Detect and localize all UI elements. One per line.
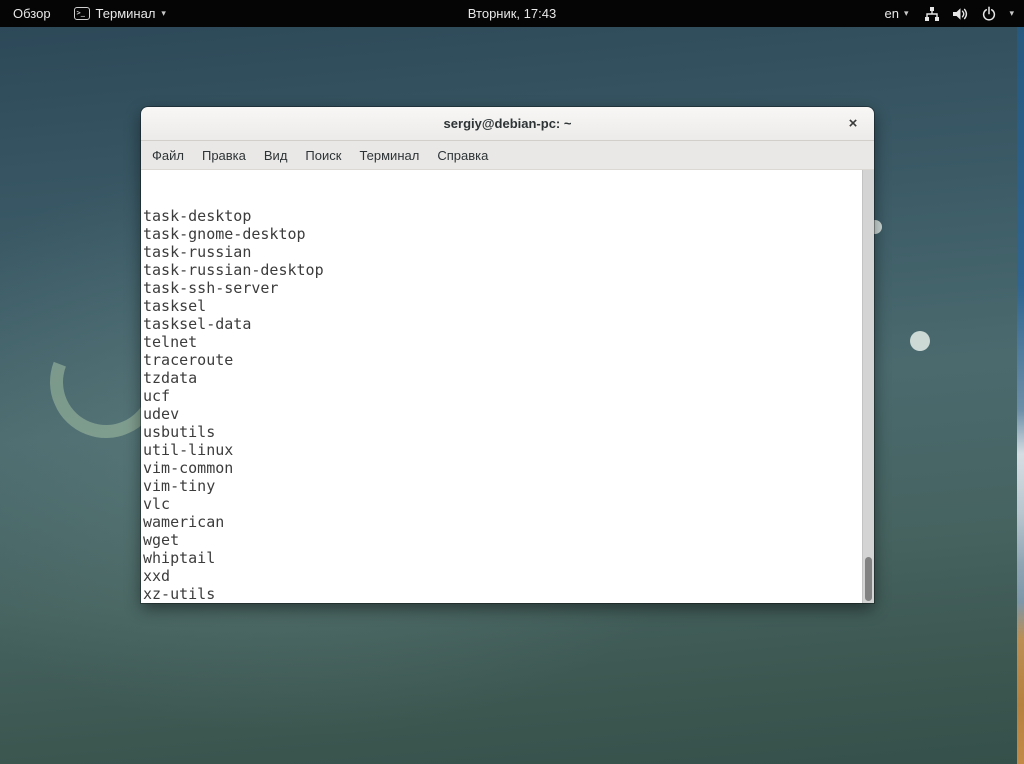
system-menu-button[interactable]: ▾ [924,6,1014,22]
terminal-line: task-russian [143,243,862,261]
menu-file[interactable]: Файл [143,141,193,169]
scrollbar[interactable] [862,170,874,603]
terminal-line: task-gnome-desktop [143,225,862,243]
menu-terminal[interactable]: Терминал [350,141,428,169]
menu-help[interactable]: Справка [428,141,497,169]
wallpaper-dot [910,331,930,351]
terminal-line: whiptail [143,549,862,567]
terminal-line: util-linux [143,441,862,459]
close-button[interactable]: × [843,114,863,134]
terminal-line: wamerican [143,513,862,531]
clock-button[interactable]: Вторник, 17:43 [468,0,556,27]
terminal-line: telnet [143,333,862,351]
terminal-window: sergiy@debian-pc: ~ × Файл Правка Вид По… [141,107,874,603]
terminal-line: usbutils [143,423,862,441]
terminal-line: task-ssh-server [143,279,862,297]
window-title: sergiy@debian-pc: ~ [444,116,572,131]
activities-button[interactable]: Обзор [0,0,64,27]
window-titlebar[interactable]: sergiy@debian-pc: ~ × [141,107,874,141]
terminal-lines: task-desktoptask-gnome-desktoptask-russi… [143,207,862,603]
scrollbar-thumb[interactable] [865,557,872,601]
terminal-line: traceroute [143,351,862,369]
app-menu-label: Терминал [96,6,156,21]
terminal-line: wget [143,531,862,549]
menu-bar: Файл Правка Вид Поиск Терминал Справка [141,141,874,170]
terminal-line: tasksel [143,297,862,315]
menu-edit[interactable]: Правка [193,141,255,169]
terminal-line: tzdata [143,369,862,387]
app-menu-button[interactable]: >_ Терминал ▾ [64,0,176,27]
chevron-down-icon: ▾ [1009,9,1014,18]
terminal-line: vim-common [143,459,862,477]
terminal-line: tasksel-data [143,315,862,333]
terminal-line: xz-utils [143,585,862,603]
keyboard-layout-button[interactable]: en ▾ [884,6,908,21]
clock-label: Вторник, 17:43 [468,6,556,21]
wallpaper-edge-strip [1017,27,1024,764]
terminal-icon: >_ [74,7,90,20]
terminal-line: vim-tiny [143,477,862,495]
volume-icon [952,6,969,22]
terminal-line: ucf [143,387,862,405]
network-icon [924,6,940,22]
terminal-line: task-russian-desktop [143,261,862,279]
terminal-line: task-desktop [143,207,862,225]
menu-search[interactable]: Поиск [296,141,350,169]
keyboard-layout-label: en [884,6,898,21]
terminal-output[interactable]: task-desktoptask-gnome-desktoptask-russi… [141,170,862,603]
terminal-line: vlc [143,495,862,513]
chevron-down-icon: ▾ [161,9,166,18]
activities-label: Обзор [13,6,51,21]
menu-view[interactable]: Вид [255,141,297,169]
chevron-down-icon: ▾ [904,9,909,18]
terminal-area: task-desktoptask-gnome-desktoptask-russi… [141,170,874,603]
top-bar: Обзор >_ Терминал ▾ Вторник, 17:43 en ▾ [0,0,1024,27]
terminal-line: udev [143,405,862,423]
top-bar-right: en ▾ [884,0,1024,27]
terminal-line: xxd [143,567,862,585]
desktop: Обзор >_ Терминал ▾ Вторник, 17:43 en ▾ [0,0,1024,764]
power-icon [981,6,997,22]
